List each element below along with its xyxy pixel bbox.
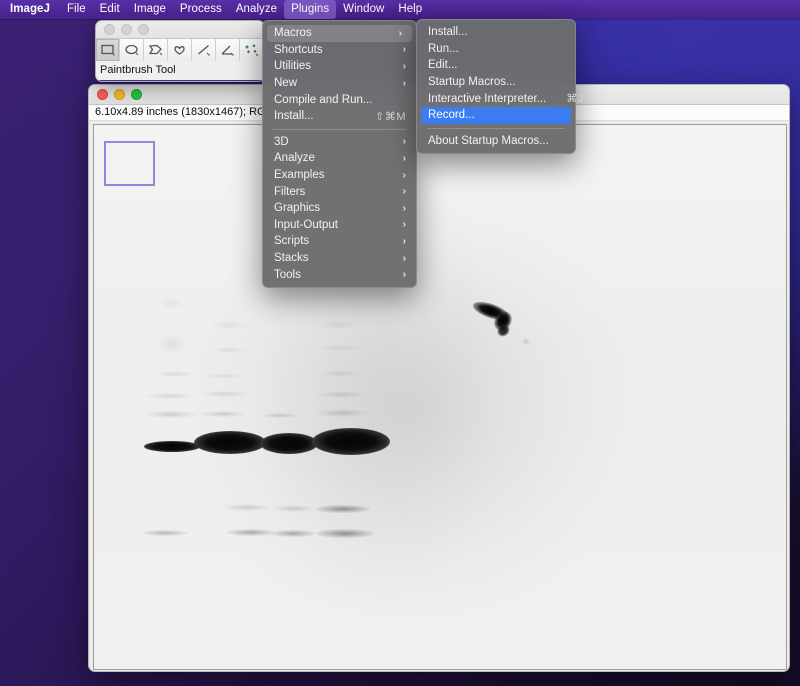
chevron-right-icon: › — [402, 60, 406, 72]
minimize-button[interactable] — [121, 24, 132, 35]
menubar-item-file[interactable]: File — [60, 0, 93, 19]
chevron-right-icon: › — [402, 186, 406, 198]
menu-item-scripts[interactable]: Scripts › — [263, 233, 416, 250]
menu-item-analyze[interactable]: Analyze › — [263, 150, 416, 167]
rectangle-tool-icon[interactable] — [96, 39, 120, 61]
menu-item-label: Install... — [274, 110, 314, 123]
menubar-item-edit[interactable]: Edit — [93, 0, 127, 19]
menu-item-graphics[interactable]: Graphics › — [263, 200, 416, 217]
point-tool-icon[interactable] — [240, 39, 264, 61]
desktop: ImageJ File Edit Image Process Analyze P… — [0, 0, 800, 686]
menu-separator — [427, 127, 565, 129]
menu-item-label: Startup Macros... — [428, 76, 516, 89]
close-button[interactable] — [104, 24, 115, 35]
angle-tool-icon[interactable] — [216, 39, 240, 61]
chevron-right-icon: › — [398, 27, 402, 39]
chevron-right-icon: › — [402, 252, 406, 264]
menu-item-label: Install... — [428, 26, 468, 39]
selection-roi-rectangle[interactable] — [104, 141, 155, 186]
chevron-right-icon: › — [402, 152, 406, 164]
freehand-tool-icon[interactable] — [168, 39, 192, 61]
chevron-right-icon: › — [402, 269, 406, 281]
menu-item-label: Utilities — [274, 60, 312, 73]
menu-item-label: Edit... — [428, 59, 458, 72]
menubar-item-image[interactable]: Image — [127, 0, 173, 19]
menu-item-label: New — [274, 77, 298, 90]
menu-item-label: Examples — [274, 169, 325, 182]
menu-item-label: Shortcuts — [274, 43, 323, 56]
image-window-controls[interactable] — [97, 89, 142, 100]
menubar: ImageJ File Edit Image Process Analyze P… — [0, 0, 800, 19]
toolbar-titlebar[interactable] — [96, 21, 264, 39]
menu-item-label: Input-Output — [274, 218, 338, 231]
chevron-right-icon: › — [402, 136, 406, 148]
menu-item-shortcut: ⇧⌘M — [375, 110, 406, 123]
menubar-item-plugins[interactable]: Plugins — [284, 0, 337, 19]
maximize-button[interactable] — [138, 24, 149, 35]
maximize-button[interactable] — [131, 89, 142, 100]
chevron-right-icon: › — [402, 219, 406, 231]
submenu-item-startup-macros[interactable]: Startup Macros... — [417, 74, 575, 91]
menu-item-label: Stacks — [274, 252, 309, 265]
menu-item-stacks[interactable]: Stacks › — [263, 250, 416, 267]
menubar-item-help[interactable]: Help — [391, 0, 429, 19]
close-button[interactable] — [97, 89, 108, 100]
chevron-right-icon: › — [402, 169, 406, 181]
menu-item-shortcuts[interactable]: Shortcuts › — [263, 42, 416, 59]
menu-item-utilities[interactable]: Utilities › — [263, 58, 416, 75]
menu-item-label: Run... — [428, 42, 459, 55]
plugins-dropdown-menu[interactable]: Macros › Shortcuts › Utilities › New › C… — [262, 20, 417, 288]
menu-separator — [273, 128, 406, 130]
menu-item-label: Filters — [274, 185, 306, 198]
western-blot-image — [94, 125, 786, 669]
menu-item-label: Tools — [274, 268, 301, 281]
menu-item-new[interactable]: New › — [263, 75, 416, 92]
menu-item-macros[interactable]: Macros › — [267, 25, 412, 42]
submenu-item-install[interactable]: Install... — [417, 24, 575, 41]
submenu-item-edit[interactable]: Edit... — [417, 57, 575, 74]
oval-tool-icon[interactable] — [120, 39, 144, 61]
menu-item-3d[interactable]: 3D › — [263, 134, 416, 151]
submenu-item-about-startup-macros[interactable]: About Startup Macros... — [417, 133, 575, 150]
macros-submenu[interactable]: Install... Run... Edit... Startup Macros… — [416, 19, 583, 155]
submenu-item-interactive-interpreter[interactable]: Interactive Interpreter... ⌘J — [417, 90, 583, 107]
menu-item-label: Interactive Interpreter... — [428, 92, 547, 105]
submenu-item-run[interactable]: Run... — [417, 41, 575, 58]
chevron-right-icon: › — [402, 44, 406, 56]
chevron-right-icon: › — [402, 77, 406, 89]
menubar-item-window[interactable]: Window — [336, 0, 391, 19]
menu-item-label: 3D — [274, 135, 289, 148]
menu-item-label: Scripts — [274, 235, 310, 248]
menubar-item-analyze[interactable]: Analyze — [229, 0, 284, 19]
menu-item-tools[interactable]: Tools › — [263, 266, 416, 283]
menu-item-label: Graphics — [274, 202, 321, 215]
menu-item-label: About Startup Macros... — [428, 134, 549, 147]
menu-item-label: Record... — [428, 109, 475, 122]
toolbar-window-controls[interactable] — [104, 24, 149, 35]
imagej-toolbar-window[interactable]: Paintbrush Tool — [95, 20, 265, 82]
minimize-button[interactable] — [114, 89, 125, 100]
chevron-right-icon: › — [402, 235, 406, 247]
polygon-tool-icon[interactable] — [144, 39, 168, 61]
menu-item-label: Compile and Run... — [274, 93, 373, 106]
menu-item-examples[interactable]: Examples › — [263, 167, 416, 184]
menu-item-install[interactable]: Install... ⇧⌘M — [263, 108, 416, 125]
chevron-right-icon: › — [402, 202, 406, 214]
menu-item-compile-and-run[interactable]: Compile and Run... — [263, 91, 416, 108]
submenu-item-record[interactable]: Record... — [421, 106, 571, 124]
menu-item-input-output[interactable]: Input-Output › — [263, 217, 416, 234]
menu-item-filters[interactable]: Filters › — [263, 183, 416, 200]
line-tool-icon[interactable] — [192, 39, 216, 61]
menubar-app-name[interactable]: ImageJ — [6, 0, 60, 19]
menu-item-shortcut: ⌘J — [566, 93, 584, 106]
menubar-item-process[interactable]: Process — [173, 0, 229, 19]
toolbar-status-text: Paintbrush Tool — [96, 61, 264, 81]
image-window[interactable]: 6.10x4.89 inches (1830x1467); RGB — [88, 84, 790, 672]
image-canvas[interactable] — [93, 124, 787, 670]
menu-item-label: Analyze — [274, 152, 315, 165]
menu-item-label: Macros — [274, 27, 312, 40]
imagej-tool-palette[interactable] — [96, 39, 264, 61]
